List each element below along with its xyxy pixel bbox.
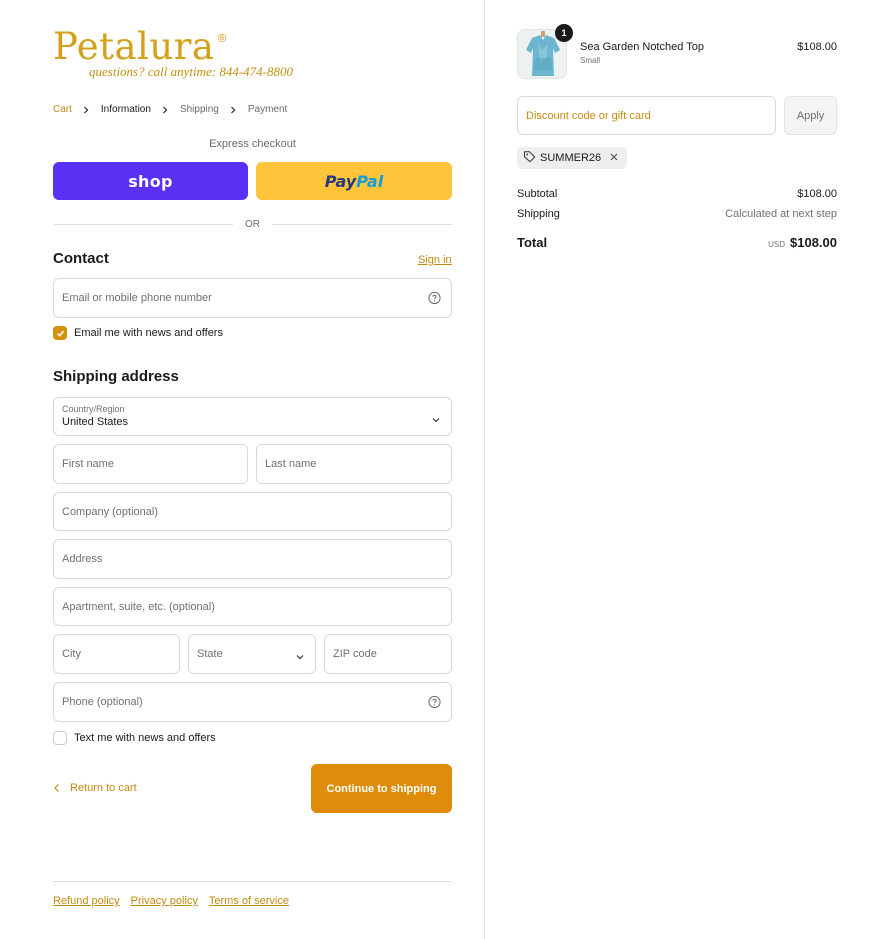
applied-discount-chip: SUMMER26 bbox=[517, 147, 628, 169]
country-label: Country/Region bbox=[62, 404, 125, 414]
breadcrumb-cart[interactable]: Cart bbox=[53, 104, 72, 115]
close-icon[interactable] bbox=[609, 152, 619, 165]
contact-heading: Contact bbox=[53, 250, 109, 267]
shipping-row: Shipping Calculated at next step bbox=[517, 208, 837, 220]
email-placeholder: Email or mobile phone number bbox=[62, 292, 212, 304]
breadcrumb-information: Information bbox=[100, 104, 151, 115]
tag-icon bbox=[523, 150, 536, 166]
product-price: $108.00 bbox=[797, 41, 837, 53]
help-icon[interactable] bbox=[428, 291, 441, 305]
brand-name: Petalura bbox=[53, 25, 215, 68]
email-optin-checkbox[interactable] bbox=[53, 326, 67, 340]
continue-to-shipping-button[interactable]: Continue to shipping bbox=[311, 764, 452, 813]
country-value: United States bbox=[62, 416, 129, 428]
total-currency: USD bbox=[768, 240, 785, 249]
product-variant: Small bbox=[580, 56, 601, 65]
registered-mark: ® bbox=[216, 32, 228, 45]
zip-field[interactable]: ZIP code bbox=[324, 634, 452, 674]
refund-policy-link[interactable]: Refund policy bbox=[53, 895, 120, 907]
last-name-field[interactable]: Last name bbox=[256, 444, 452, 484]
phone-field[interactable]: Phone (optional) bbox=[53, 682, 452, 722]
state-placeholder: State bbox=[197, 648, 223, 660]
breadcrumb-payment: Payment bbox=[247, 104, 288, 115]
country-select[interactable]: Country/Region United States bbox=[53, 397, 452, 436]
subtotal-label: Subtotal bbox=[517, 188, 558, 200]
footer-divider bbox=[53, 881, 452, 882]
company-field[interactable]: Company (optional) bbox=[53, 492, 452, 531]
shop-pay-label: shop bbox=[128, 171, 173, 191]
address-placeholder: Address bbox=[62, 553, 103, 565]
quantity-badge: 1 bbox=[555, 24, 573, 42]
chevron-right-icon bbox=[81, 104, 92, 115]
first-name-field[interactable]: First name bbox=[53, 444, 248, 484]
last-name-placeholder: Last name bbox=[265, 458, 317, 470]
or-text: OR bbox=[245, 219, 260, 230]
text-optin-label: Text me with news and offers bbox=[74, 732, 216, 744]
chevron-left-icon bbox=[54, 784, 59, 792]
return-to-cart-label: Return to cart bbox=[70, 782, 137, 794]
checkout-form-column: Petalura ® questions? call anytime: 844-… bbox=[0, 0, 485, 939]
return-to-cart-link[interactable]: Return to cart bbox=[53, 782, 137, 794]
subtotal-value: $108.00 bbox=[797, 188, 837, 200]
express-checkout-label: Express checkout bbox=[209, 138, 296, 150]
paypal-label-pay: Pay bbox=[324, 171, 357, 191]
shipping-value: Calculated at next step bbox=[725, 208, 837, 220]
footer-links: Refund policy Privacy policy Terms of se… bbox=[53, 895, 289, 907]
or-divider: OR bbox=[53, 219, 452, 230]
total-label: Total bbox=[517, 235, 548, 250]
shipping-label: Shipping bbox=[517, 208, 560, 220]
total-row: Total USD $108.00 bbox=[517, 235, 837, 250]
breadcrumb: Cart Information Shipping Payment bbox=[53, 104, 287, 115]
help-icon[interactable] bbox=[428, 695, 441, 709]
product-name: Sea Garden Notched Top bbox=[580, 41, 704, 53]
total-value-group: USD $108.00 bbox=[768, 235, 837, 250]
terms-of-service-link[interactable]: Terms of service bbox=[209, 895, 289, 907]
apartment-placeholder: Apartment, suite, etc. (optional) bbox=[62, 600, 215, 613]
chevron-right-icon bbox=[228, 104, 239, 115]
zip-placeholder: ZIP code bbox=[333, 648, 377, 660]
brand-logo[interactable]: Petalura ® questions? call anytime: 844-… bbox=[53, 28, 293, 80]
company-placeholder: Company (optional) bbox=[62, 505, 158, 518]
divider-line bbox=[53, 224, 233, 225]
chevron-right-icon bbox=[160, 104, 171, 115]
first-name-placeholder: First name bbox=[62, 458, 114, 470]
privacy-policy-link[interactable]: Privacy policy bbox=[131, 895, 198, 907]
address-field[interactable]: Address bbox=[53, 539, 452, 579]
chevron-down-icon bbox=[295, 649, 305, 660]
discount-code-input[interactable]: Discount code or gift card bbox=[517, 96, 776, 135]
order-summary-column: 1 Sea Garden Notched Top Small $108.00 D… bbox=[486, 0, 885, 939]
brand-tagline: questions? call anytime: 844-474-8800 bbox=[89, 64, 293, 79]
text-optin-checkbox[interactable] bbox=[53, 731, 67, 745]
applied-discount-code: SUMMER26 bbox=[540, 152, 602, 164]
city-placeholder: City bbox=[62, 648, 81, 660]
check-icon bbox=[56, 330, 64, 337]
divider-line bbox=[272, 224, 452, 225]
phone-placeholder: Phone (optional) bbox=[62, 696, 143, 708]
paypal-button[interactable]: Pay Pal bbox=[256, 162, 452, 200]
state-select[interactable]: State bbox=[188, 634, 316, 674]
breadcrumb-shipping: Shipping bbox=[179, 104, 219, 115]
discount-placeholder: Discount code or gift card bbox=[526, 109, 651, 122]
shipping-address-heading: Shipping address bbox=[53, 368, 179, 385]
paypal-label-pal: Pal bbox=[356, 171, 384, 191]
email-optin-row[interactable]: Email me with news and offers bbox=[53, 326, 223, 340]
total-value: $108.00 bbox=[790, 235, 837, 250]
email-field[interactable]: Email or mobile phone number bbox=[53, 278, 452, 318]
text-optin-row[interactable]: Text me with news and offers bbox=[53, 731, 216, 745]
subtotal-row: Subtotal $108.00 bbox=[517, 188, 837, 200]
apply-discount-button[interactable]: Apply bbox=[784, 96, 837, 135]
apartment-field[interactable]: Apartment, suite, etc. (optional) bbox=[53, 587, 452, 626]
brand-wordmark: Petalura ® bbox=[53, 28, 293, 66]
city-field[interactable]: City bbox=[53, 634, 180, 674]
shop-pay-button[interactable]: shop bbox=[53, 162, 248, 200]
email-optin-label: Email me with news and offers bbox=[74, 327, 223, 339]
sign-in-link[interactable]: Sign in bbox=[418, 254, 452, 266]
chevron-down-icon bbox=[431, 412, 441, 422]
